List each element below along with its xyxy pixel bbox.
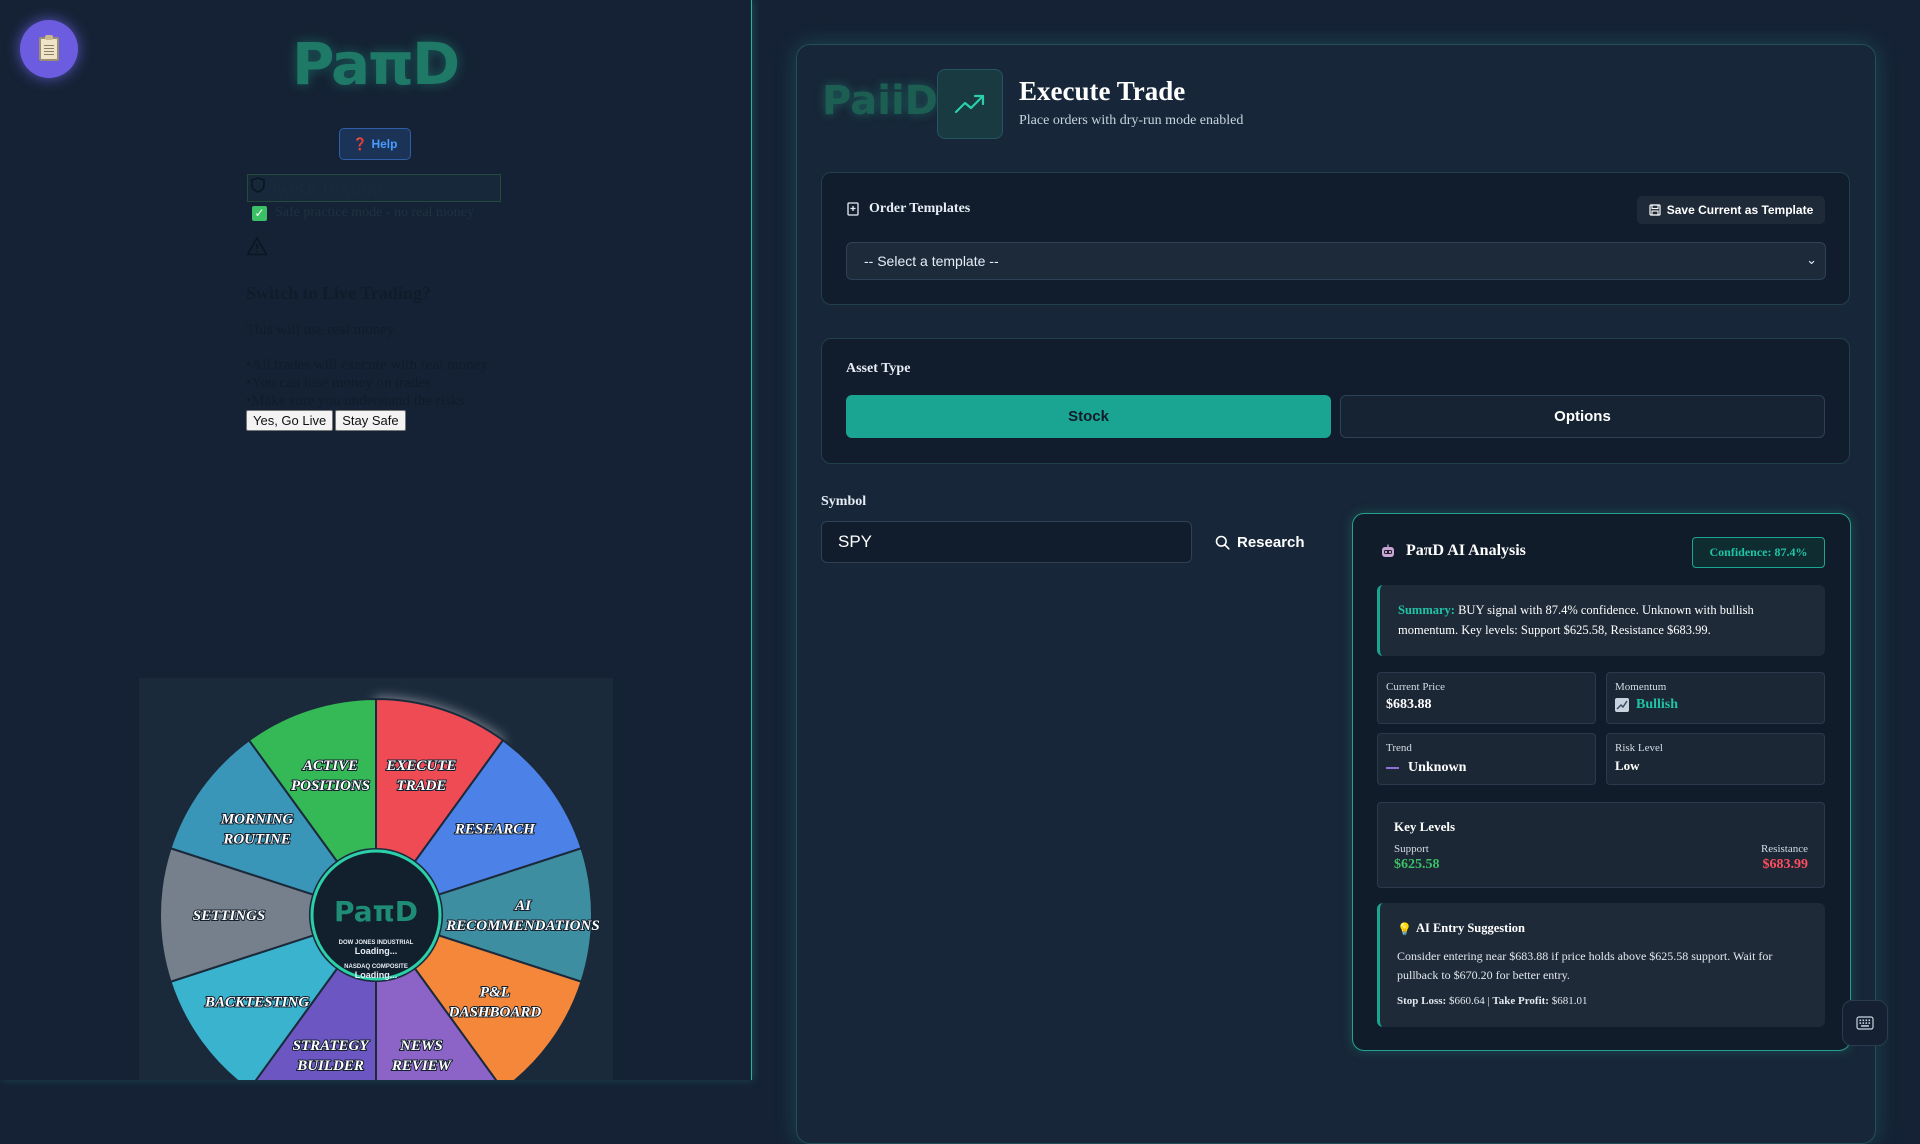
symbol-input[interactable]: [821, 521, 1192, 563]
ai-analysis-title: PaπD AI Analysis: [1406, 542, 1526, 559]
page-subtitle: Place orders with dry-run mode enabled: [1019, 113, 1244, 128]
current-price-value: $683.88: [1386, 697, 1432, 712]
save-icon: [1649, 204, 1661, 216]
clipboard-button[interactable]: [20, 20, 78, 78]
live-trading-subtitle: This will use real money: [246, 322, 395, 338]
entry-header: 💡 AI Entry Suggestion: [1397, 921, 1525, 936]
ai-analysis-header: PaπD AI Analysis: [1380, 542, 1526, 560]
wheel-center-logo: PaπD: [334, 895, 418, 928]
live-trading-warnings: •All trades will execute with real money…: [246, 356, 488, 410]
sidebar-logo: PaπD: [292, 30, 460, 98]
momentum-value-row: Bullish: [1615, 697, 1678, 713]
options-button[interactable]: Options: [1340, 395, 1825, 438]
shield-icon: [251, 177, 265, 193]
keyboard-shortcuts-button[interactable]: [1842, 1000, 1888, 1046]
header-logo: PaiiD: [822, 78, 938, 124]
question-icon: ❓: [352, 137, 368, 151]
confidence-badge: Confidence: 87.4%: [1692, 537, 1825, 568]
help-button[interactable]: ❓ Help: [339, 128, 411, 160]
support-value: $625.58: [1394, 857, 1440, 872]
stock-button[interactable]: Stock: [846, 395, 1331, 438]
list-item: •You can lose money on trades: [246, 375, 431, 391]
sidebar: PaπD ❓ Help PAPER TRADING ✓ Safe practic…: [0, 0, 752, 1080]
key-levels-title: Key Levels: [1394, 819, 1456, 834]
safe-mode-row: ✓ Safe practice mode - no real money: [252, 205, 474, 221]
paper-trading-label: PAPER TRADING: [272, 183, 389, 199]
bookmark-icon: [847, 202, 859, 216]
stay-safe-button[interactable]: Stay Safe: [335, 410, 406, 431]
wheel-label: SETTINGS: [193, 908, 266, 924]
save-template-button[interactable]: Save Current as Template: [1637, 196, 1825, 224]
lightbulb-icon: 💡: [1397, 921, 1412, 936]
template-select-value: -- Select a template --: [864, 253, 999, 269]
live-trading-title: Switch to Live Trading?: [246, 283, 431, 303]
trend-label: Trend: [1386, 742, 1412, 754]
save-template-label: Save Current as Template: [1666, 203, 1814, 217]
chart-up-icon: [1615, 698, 1629, 712]
momentum-value: Bullish: [1636, 697, 1679, 712]
chevron-down-icon: ⌄: [1806, 253, 1817, 268]
page-title: Execute Trade: [1019, 76, 1186, 106]
check-icon: ✓: [252, 205, 267, 221]
risk-level-stat: Risk Level Low: [1606, 733, 1825, 785]
symbol-label: Symbol: [821, 494, 867, 509]
warning-icon: [246, 237, 268, 256]
momentum-label: Momentum: [1615, 681, 1667, 693]
entry-title: AI Entry Suggestion: [1415, 921, 1525, 935]
entry-text: Consider entering near $683.88 if price …: [1397, 949, 1773, 982]
trend-value: Unknown: [1408, 760, 1467, 775]
trend-stat: Trend Unknown: [1377, 733, 1596, 785]
live-trading-actions: Yes, Go Live Stay Safe: [246, 410, 406, 431]
momentum-stat: Momentum Bullish: [1606, 672, 1825, 724]
template-select[interactable]: -- Select a template -- ⌄: [846, 242, 1826, 280]
stop-loss-label: Stop Loss:: [1397, 995, 1447, 1007]
wheel-label: BACKTESTING: [204, 994, 309, 1010]
risk-level-label: Risk Level: [1615, 742, 1663, 754]
risk-level-value: Low: [1615, 758, 1640, 773]
clipboard-icon: [39, 35, 59, 61]
wheel-center-ticker-text: Loading...: [355, 970, 398, 980]
research-label: Research: [1237, 533, 1305, 551]
go-live-button[interactable]: Yes, Go Live: [246, 410, 334, 431]
order-templates-card: [821, 172, 1850, 305]
ai-entry-suggestion: 💡 AI Entry Suggestion Consider entering …: [1377, 903, 1825, 1027]
resistance-label: Resistance: [1760, 843, 1808, 855]
order-templates-header: Order Templates: [847, 201, 970, 217]
wheel-label: RESEARCH: [454, 822, 536, 838]
support-label: Support: [1394, 843, 1429, 855]
separator: |: [1487, 995, 1490, 1007]
take-profit-label: Take Profit:: [1492, 995, 1549, 1007]
wheel-svg: EXECUTE TRADERESEARCHAI RECOMMENDATIONSP&L…: [159, 697, 601, 1080]
current-price-stat: Current Price $683.88: [1377, 672, 1596, 724]
research-button[interactable]: Research: [1215, 530, 1305, 554]
current-price-label: Current Price: [1386, 681, 1445, 693]
search-icon: [1215, 535, 1230, 550]
dash-icon: [1386, 767, 1399, 769]
trend-up-icon: [937, 69, 1003, 139]
list-item: •All trades will execute with real money: [246, 357, 488, 373]
ai-summary: Summary: BUY signal with 87.4% confidenc…: [1377, 585, 1825, 656]
resistance-value: $683.99: [1762, 857, 1809, 872]
wheel-center-ticker-text: Loading...: [355, 946, 398, 956]
stop-loss-value: $660.64: [1448, 995, 1485, 1007]
list-item: •Make sure you understand the risks: [246, 393, 465, 409]
order-templates-title: Order Templates: [869, 201, 971, 216]
navigation-wheel: EXECUTE TRADE RESEARCH AI RECOMMENDATIONS P&L…: [139, 678, 613, 1080]
key-levels-box: Key Levels Support $625.58 Resistance $6…: [1377, 802, 1825, 888]
safe-mode-text: Safe practice mode - no real money: [275, 205, 475, 220]
keyboard-icon: [1856, 1016, 1874, 1030]
take-profit-value: $681.01: [1551, 995, 1588, 1007]
summary-label: Summary:: [1398, 603, 1455, 617]
stops-row: Stop Loss: $660.64 | Take Profit: $681.0…: [1397, 995, 1587, 1007]
trend-value-row: Unknown: [1386, 760, 1466, 776]
asset-type-title: Asset Type: [846, 361, 911, 376]
help-label: Help: [371, 137, 398, 151]
robot-icon: [1382, 544, 1394, 557]
